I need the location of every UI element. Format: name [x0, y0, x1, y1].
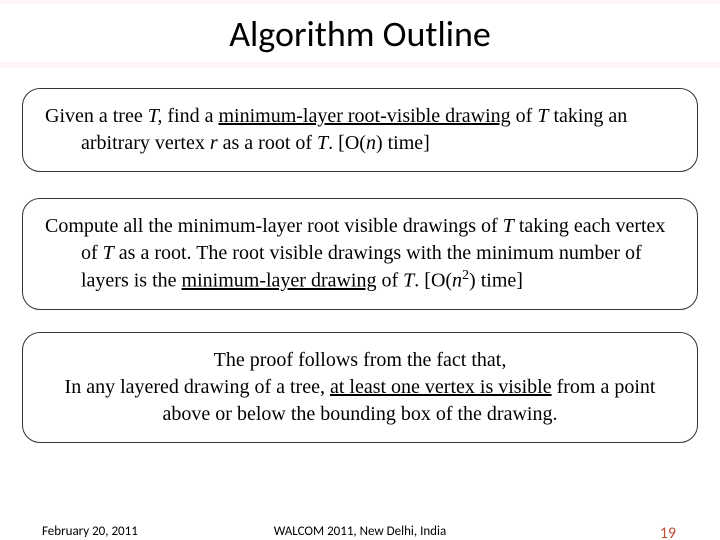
title-underline-band — [0, 62, 720, 68]
box-step2: Compute all the minimum-layer root visib… — [22, 198, 698, 310]
box1-text: Given a tree T, find a minimum-layer roo… — [45, 103, 675, 157]
box2-text: Compute all the minimum-layer root visib… — [45, 213, 675, 295]
slide-title: Algorithm Outline — [0, 4, 720, 62]
box-step1: Given a tree T, find a minimum-layer roo… — [22, 88, 698, 172]
box-proof: The proof follows from the fact that, In… — [22, 332, 698, 443]
slide: Algorithm Outline Given a tree T, find a… — [0, 0, 720, 540]
footer-page-number: 19 — [660, 524, 676, 540]
box3-line2: In any layered drawing of a tree, at lea… — [45, 374, 675, 428]
box3-line1: The proof follows from the fact that, — [45, 347, 675, 374]
footer-venue: WALCOM 2011, New Delhi, India — [0, 524, 720, 539]
